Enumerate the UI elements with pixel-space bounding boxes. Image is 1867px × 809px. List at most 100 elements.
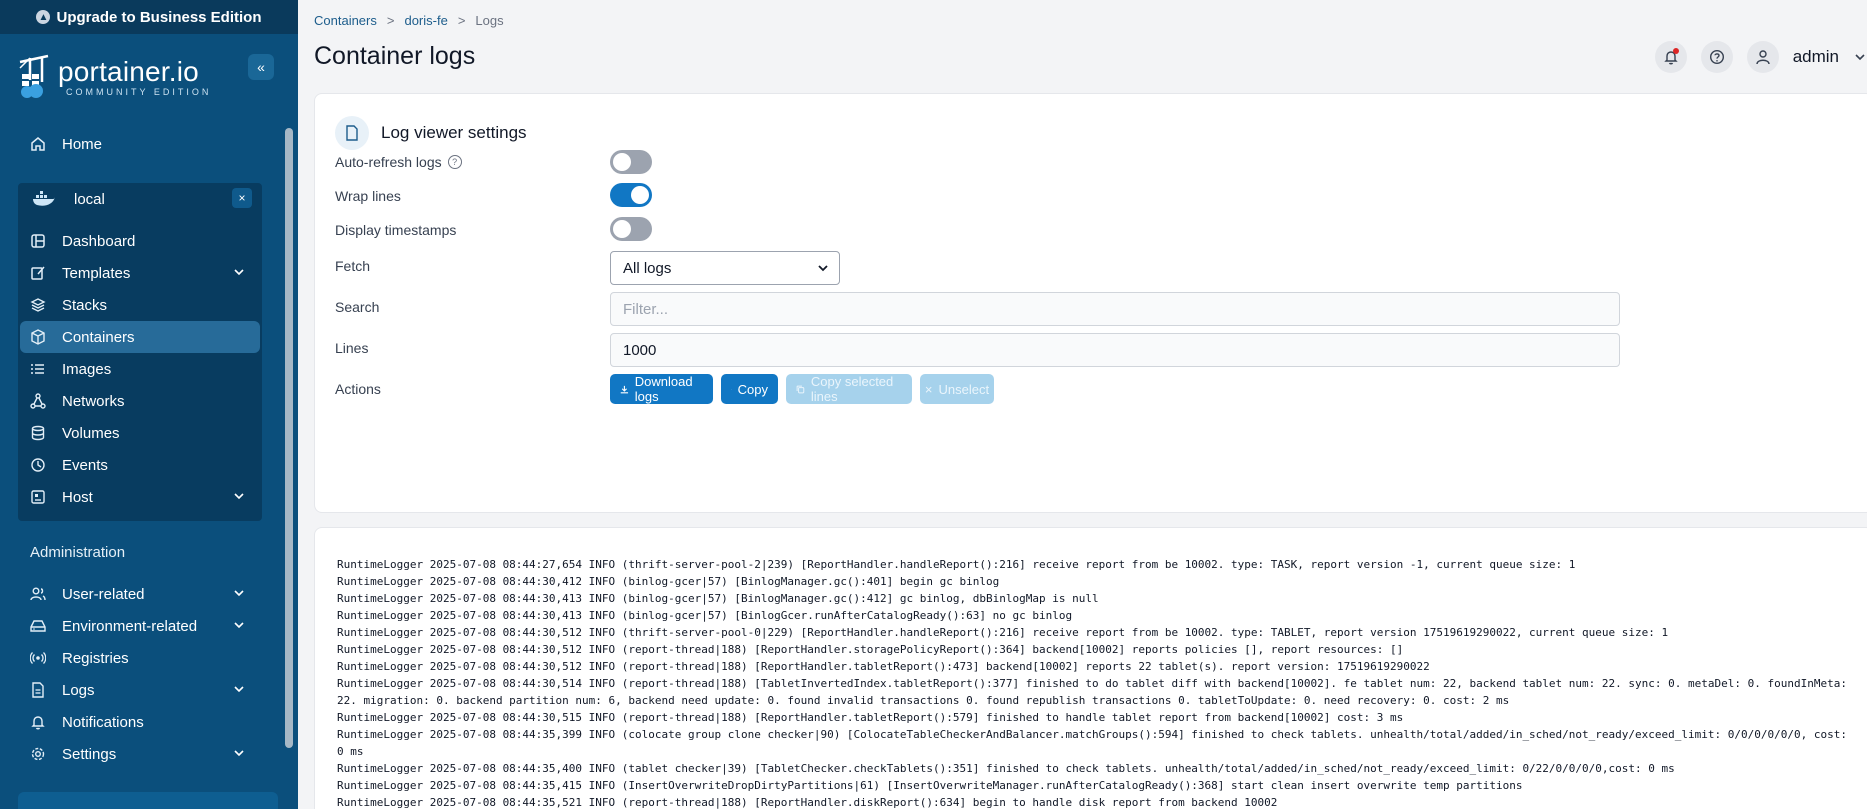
notification-dot <box>1672 48 1679 54</box>
display-timestamps-label: Display timestamps <box>335 222 457 238</box>
chevron-down-icon <box>818 265 828 272</box>
sidebar-item-containers[interactable]: Containers <box>20 321 260 353</box>
layers-icon <box>30 297 46 313</box>
edit-icon <box>30 265 46 281</box>
upgrade-banner[interactable]: ▲ Upgrade to Business Edition <box>0 0 298 34</box>
close-environment-button[interactable]: × <box>232 188 252 208</box>
sidebar-item-user-related[interactable]: User-related <box>20 578 260 610</box>
sidebar-item-environment-related[interactable]: Environment-related <box>20 610 260 642</box>
dashboard-icon <box>30 233 46 249</box>
copy-icon <box>731 388 732 390</box>
sidebar-item-label: Networks <box>62 392 125 410</box>
help-icon[interactable]: ? <box>447 155 462 169</box>
collapse-sidebar-button[interactable]: « <box>248 54 274 80</box>
log-line[interactable]: RuntimeLogger 2025-07-08 08:44:27,654 IN… <box>337 556 1852 573</box>
sidebar-item-settings[interactable]: Settings <box>20 738 260 770</box>
copy-button[interactable]: Copy <box>721 374 778 404</box>
sidebar-scrollbar[interactable] <box>285 128 293 748</box>
list-icon <box>30 361 46 377</box>
log-output-card: RuntimeLogger 2025-07-08 08:44:27,654 IN… <box>314 527 1867 809</box>
header-actions: admin <box>1654 40 1867 74</box>
log-line[interactable]: RuntimeLogger 2025-07-08 08:44:30,413 IN… <box>337 590 1852 607</box>
home-icon <box>30 136 46 152</box>
wrap-lines-label: Wrap lines <box>335 188 401 204</box>
users-icon <box>30 586 46 602</box>
sidebar-item-label: Environment-related <box>62 617 198 635</box>
lines-value: 1000 <box>623 342 657 359</box>
page-title: Container logs <box>314 42 476 70</box>
log-line[interactable]: RuntimeLogger 2025-07-08 08:44:30,512 IN… <box>337 641 1852 658</box>
lines-input[interactable]: 1000 <box>610 333 1620 367</box>
breadcrumb-separator: > <box>457 13 466 28</box>
log-line[interactable]: RuntimeLogger 2025-07-08 08:44:30,412 IN… <box>337 573 1852 590</box>
main-content: Containers > doris-fe > Logs Container l… <box>298 0 1867 809</box>
breadcrumb: Containers > doris-fe > Logs <box>314 13 504 28</box>
sidebar-item-label: Templates <box>62 264 131 282</box>
copy-selected-lines-label: Copy selected lines <box>810 374 894 404</box>
log-line[interactable]: RuntimeLogger 2025-07-08 08:44:30,413 IN… <box>337 607 1852 624</box>
environment-header[interactable]: local <box>20 183 260 215</box>
portainer-logo-icon <box>19 54 49 98</box>
sidebar-item-volumes[interactable]: Volumes <box>20 417 260 449</box>
notifications-button[interactable] <box>1654 41 1687 73</box>
sidebar-item-home[interactable]: Home <box>20 128 260 160</box>
sidebar-item-registries[interactable]: Registries <box>20 642 260 674</box>
sidebar: ▲ Upgrade to Business Edition portainer.… <box>0 0 298 809</box>
sidebar-item-networks[interactable]: Networks <box>20 385 260 417</box>
help-button[interactable] <box>1700 41 1733 73</box>
log-line[interactable]: RuntimeLogger 2025-07-08 08:44:35,521 IN… <box>337 794 1852 809</box>
log-line[interactable]: RuntimeLogger 2025-07-08 08:44:30,514 IN… <box>337 675 1852 709</box>
chevron-down-icon <box>234 622 244 629</box>
sidebar-item-host[interactable]: Host <box>20 481 260 513</box>
auto-refresh-toggle[interactable] <box>610 150 652 174</box>
chevron-down-icon <box>234 269 244 276</box>
arrow-up-icon: ▲ <box>36 10 51 24</box>
breadcrumb-containers[interactable]: Containers <box>314 13 377 28</box>
wrap-lines-toggle[interactable] <box>610 183 652 207</box>
sidebar-item-logs[interactable]: Logs <box>20 674 260 706</box>
log-lines[interactable]: RuntimeLogger 2025-07-08 08:44:27,654 IN… <box>337 556 1852 809</box>
unselect-label: Unselect <box>938 381 990 397</box>
copy-selected-lines-button[interactable]: Copy selected lines <box>786 374 912 404</box>
chevron-down-icon[interactable] <box>1853 50 1867 64</box>
sidebar-item-stacks[interactable]: Stacks <box>20 289 260 321</box>
sidebar-item-notifications[interactable]: Notifications <box>20 706 260 738</box>
sidebar-item-templates[interactable]: Templates <box>20 257 260 289</box>
sidebar-item-label: Host <box>62 488 93 506</box>
sidebar-item-dashboard[interactable]: Dashboard <box>20 225 260 257</box>
copy-icon <box>796 385 805 393</box>
sidebar-item-label: Images <box>62 360 112 378</box>
chevron-down-icon <box>234 590 244 597</box>
sidebar-item-label: Logs <box>62 681 95 699</box>
breadcrumb-separator: > <box>386 13 395 28</box>
sidebar-item-label: Notifications <box>62 713 144 731</box>
log-line[interactable]: RuntimeLogger 2025-07-08 08:44:30,515 IN… <box>337 709 1852 726</box>
sidebar-footer-box <box>18 792 278 809</box>
sidebar-item-events[interactable]: Events <box>20 449 260 481</box>
search-label: Search <box>335 299 380 315</box>
log-line[interactable]: RuntimeLogger 2025-07-08 08:44:35,415 IN… <box>337 777 1852 794</box>
download-logs-button[interactable]: Download logs <box>610 374 713 404</box>
search-input[interactable] <box>610 292 1620 326</box>
log-line[interactable]: RuntimeLogger 2025-07-08 08:44:30,512 IN… <box>337 624 1852 641</box>
server-icon <box>30 489 46 505</box>
chevron-down-icon <box>234 686 244 693</box>
display-timestamps-toggle[interactable] <box>610 217 652 241</box>
fetch-select[interactable]: All logs <box>610 251 840 285</box>
auto-refresh-label: Auto-refresh logs <box>335 154 442 170</box>
close-icon: × <box>238 191 246 205</box>
log-line[interactable]: RuntimeLogger 2025-07-08 08:44:35,400 IN… <box>337 760 1852 777</box>
breadcrumb-doris-fe[interactable]: doris-fe <box>404 13 447 28</box>
copy-label: Copy <box>737 381 768 397</box>
log-line[interactable]: RuntimeLogger 2025-07-08 08:44:30,512 IN… <box>337 658 1852 675</box>
log-line[interactable]: RuntimeLogger 2025-07-08 08:44:35,399 IN… <box>337 726 1852 760</box>
user-avatar[interactable] <box>1746 41 1779 73</box>
chevron-down-icon <box>234 750 244 757</box>
logo-text: portainer.io <box>58 56 199 87</box>
auto-refresh-label-row: Auto-refresh logs ? <box>335 154 462 170</box>
user-name[interactable]: admin <box>1793 47 1839 67</box>
unselect-button[interactable]: × Unselect <box>920 374 994 404</box>
database-icon <box>30 425 46 441</box>
portainer-logo[interactable]: portainer.io COMMUNITY EDITION <box>18 52 274 102</box>
sidebar-item-images[interactable]: Images <box>20 353 260 385</box>
